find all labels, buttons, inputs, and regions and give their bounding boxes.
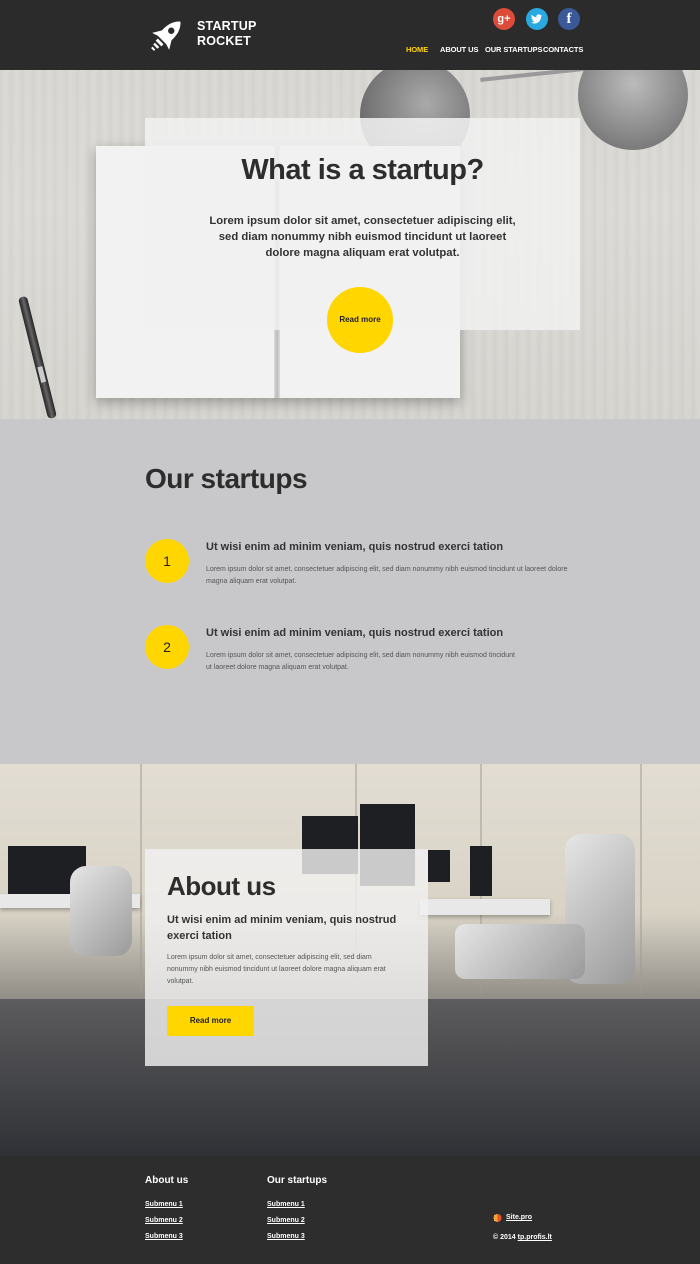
- about-text: Lorem ipsum dolor sit amet, consectetuer…: [167, 954, 386, 985]
- about-section: About us Ut wisi enim ad minim veniam, q…: [0, 764, 700, 1156]
- logo-line-1: STARTUP: [197, 19, 257, 33]
- logo-line-2: ROCKET: [197, 34, 251, 48]
- footer-link[interactable]: Submenu 2: [267, 1217, 305, 1224]
- copyright-link[interactable]: tp.profis.lt: [518, 1234, 552, 1241]
- nav-home[interactable]: HOME: [406, 45, 428, 54]
- site-footer: About us Submenu 1 Submenu 2 Submenu 3 O…: [0, 1156, 700, 1264]
- startup-item: 1 Ut wisi enim ad minim veniam, quis nos…: [145, 539, 585, 599]
- hero-card: What is a startup? Lorem ipsum dolor sit…: [145, 118, 580, 353]
- startups-title: Our startups: [145, 463, 308, 494]
- logo-text: STARTUP ROCKET: [197, 19, 257, 49]
- window-frame: [640, 764, 642, 994]
- monitor-image: [470, 846, 492, 896]
- footer-startups-title: Our startups: [267, 1175, 328, 1186]
- footer-link[interactable]: Submenu 3: [267, 1233, 305, 1240]
- footer-copyright: © 2014 tp.profis.lt: [493, 1234, 552, 1241]
- twitter-bird-icon: [531, 14, 542, 24]
- startup-item: 2 Ut wisi enim ad minim veniam, quis nos…: [145, 625, 585, 685]
- logo[interactable]: STARTUP ROCKET: [145, 14, 257, 56]
- twitter-icon[interactable]: [526, 8, 548, 30]
- about-subtitle: Ut wisi enim ad minim veniam, quis nostr…: [167, 914, 397, 942]
- hero-title: What is a startup?: [241, 154, 484, 186]
- office-chair-seat-image: [455, 924, 585, 979]
- startup-number-badge: 1: [145, 539, 189, 583]
- about-read-more-button[interactable]: Read more: [167, 1006, 254, 1036]
- startup-title: Ut wisi enim ad minim veniam, quis nostr…: [206, 627, 504, 639]
- startup-text: Lorem ipsum dolor sit amet, consectetuer…: [206, 652, 515, 671]
- footer-link[interactable]: Submenu 1: [145, 1201, 183, 1208]
- footer-link[interactable]: Submenu 2: [145, 1217, 183, 1224]
- google-plus-icon[interactable]: g+: [493, 8, 515, 30]
- rocket-icon: [151, 21, 181, 51]
- site-pro-link[interactable]: Site.pro: [506, 1214, 532, 1221]
- startup-title: Ut wisi enim ad minim veniam, quis nostr…: [206, 541, 504, 553]
- facebook-icon[interactable]: f: [558, 8, 580, 30]
- startups-section: Our startups 1 Ut wisi enim ad minim ven…: [0, 419, 700, 764]
- nav-our-startups[interactable]: OUR STARTUPS: [485, 45, 543, 54]
- footer-link[interactable]: Submenu 1: [267, 1201, 305, 1208]
- monitor-image: [428, 850, 450, 882]
- about-title: About us: [167, 871, 276, 901]
- footer-link[interactable]: Submenu 3: [145, 1233, 183, 1240]
- desk-image: [420, 899, 550, 915]
- copyright-text: © 2014: [493, 1234, 516, 1241]
- site-header: STARTUP ROCKET g+ f HOME ABOUT US OUR ST…: [0, 0, 700, 70]
- nav-contacts[interactable]: CONTACTS: [543, 45, 583, 54]
- hero-read-more-button[interactable]: Read more: [327, 287, 393, 353]
- about-card: About us Ut wisi enim ad minim veniam, q…: [145, 849, 428, 1066]
- hero-section: What is a startup? Lorem ipsum dolor sit…: [0, 70, 700, 419]
- window-frame: [140, 764, 142, 994]
- footer-about-title: About us: [145, 1175, 189, 1186]
- startup-text: Lorem ipsum dolor sit amet, consectetuer…: [206, 566, 568, 585]
- hero-text: Lorem ipsum dolor sit amet, consectetuer…: [209, 215, 516, 259]
- nav-about-us[interactable]: ABOUT US: [440, 45, 478, 54]
- site-pro-logo-icon: [493, 1214, 502, 1222]
- startup-number-badge: 2: [145, 625, 189, 669]
- office-chair-image: [70, 866, 132, 956]
